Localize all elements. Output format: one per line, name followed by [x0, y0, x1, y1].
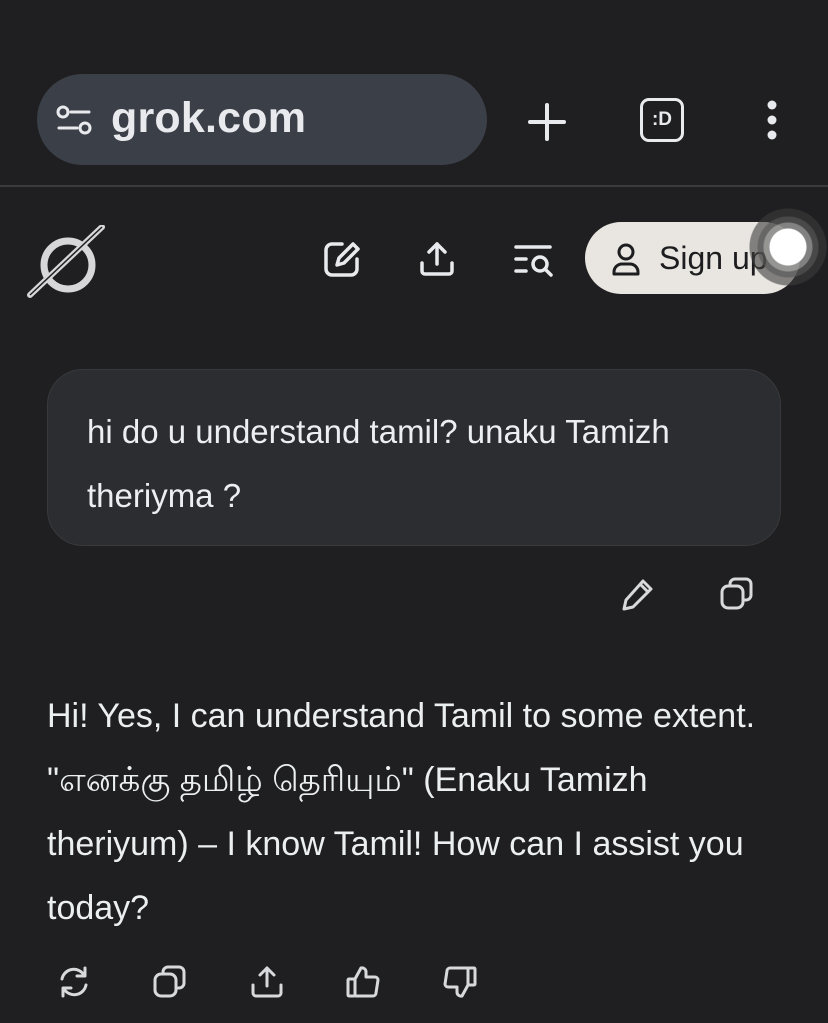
- app-header: Sign up: [0, 187, 828, 327]
- thumbs-down-icon[interactable]: [438, 960, 482, 1004]
- assistant-message-text: Hi! Yes, I can understand Tamil to some …: [47, 697, 756, 927]
- user-icon: [611, 242, 641, 276]
- plus-icon[interactable]: [522, 97, 572, 147]
- new-chat-icon[interactable]: [318, 235, 366, 283]
- copy-icon[interactable]: [716, 574, 758, 614]
- share-icon[interactable]: [413, 235, 461, 283]
- copy-icon[interactable]: [148, 960, 192, 1004]
- touch-indicator: [748, 207, 828, 287]
- tab-switcher-label: :D: [651, 109, 673, 130]
- address-bar[interactable]: grok.com: [37, 74, 487, 165]
- grok-logo[interactable]: [26, 225, 106, 305]
- share-icon[interactable]: [245, 960, 289, 1004]
- thumbs-up-icon[interactable]: [341, 960, 385, 1004]
- edit-icon[interactable]: [618, 574, 658, 614]
- tab-switcher-icon[interactable]: :D: [640, 98, 684, 142]
- user-message-bubble: hi do u understand tamil? unaku Tamizh t…: [47, 369, 781, 546]
- regenerate-icon[interactable]: [52, 960, 96, 1004]
- history-search-icon[interactable]: [510, 235, 558, 283]
- url-text[interactable]: grok.com: [111, 94, 306, 143]
- kebab-menu-icon[interactable]: [760, 98, 784, 142]
- tune-icon[interactable]: [55, 102, 93, 138]
- user-message-text: hi do u understand tamil? unaku Tamizh t…: [87, 413, 670, 514]
- browser-toolbar: grok.com :D: [0, 0, 828, 187]
